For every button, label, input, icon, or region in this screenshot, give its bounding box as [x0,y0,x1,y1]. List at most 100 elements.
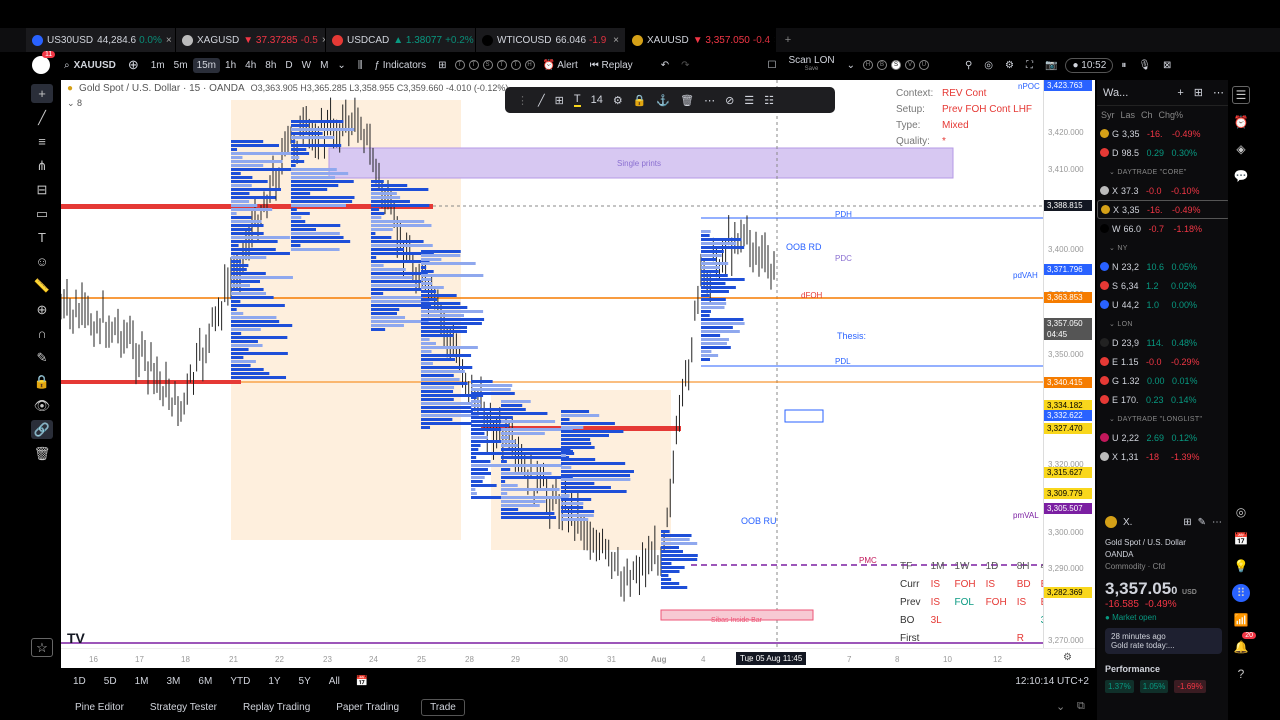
align-icon[interactable]: ☰ [744,94,754,107]
lightbulb-icon[interactable]: 💡 [1232,557,1250,575]
bottom-tab-strategy-tester[interactable]: Strategy Tester [146,700,221,715]
favorites-star-icon[interactable]: ☆ [31,638,53,657]
interval-15m[interactable]: 15m [192,57,221,73]
add-symbol-icon[interactable]: + [1177,87,1183,99]
watchlist-row[interactable]: D 98.5 0.29 0.30% [1097,143,1230,162]
range-1m[interactable]: 1M [131,674,153,689]
pitchfork-icon[interactable]: ⋔ [31,156,53,175]
help-icon[interactable]: ? [1232,665,1250,683]
zoom-icon[interactable]: ⊕ [31,300,53,319]
watchlist-section-header[interactable]: ⌄ DAYTRADE "CORE" [1097,162,1230,181]
tab-close-icon[interactable]: × [318,35,325,46]
calendar-icon[interactable]: 📅 [1232,530,1250,548]
watchlist-row[interactable]: G 3,35 -16. -0.49% [1097,124,1230,143]
session-v-icon[interactable]: V [904,60,915,70]
more-icon[interactable]: ⋯ [1213,86,1224,99]
watchlist-row[interactable]: X 37.3 -0.0 -0.10% [1097,181,1230,200]
replay-button[interactable]: ⏮ Replay [586,58,637,73]
browser-tab-xauusd[interactable]: XAUUSD▼ 3,357.050-0.4× [626,28,776,52]
session-h-icon[interactable]: H [862,60,873,70]
list-icon[interactable]: ☷ [764,94,774,107]
dropdown-chevron-icon[interactable]: ⌄ [843,58,859,73]
pencil-lock-icon[interactable]: ✎ [31,348,53,367]
user-avatar[interactable]: 11 [30,51,56,75]
font-size-value[interactable]: 14 [591,94,603,106]
session-letter-s-icon[interactable]: S [482,60,493,70]
watchlist-column-header[interactable]: Chg% [1159,110,1184,120]
watchlist-row[interactable]: S 6,34 1.2 0.02% [1097,276,1230,295]
interval-5m[interactable]: 5m [170,58,192,73]
layout-grid-icon[interactable]: ⊞ [434,58,450,73]
watchlist-row[interactable]: D 23,9 114. 0.48% [1097,333,1230,352]
interval-d[interactable]: D [281,58,296,73]
indicators-button[interactable]: ƒ Indicators [370,58,430,73]
watchlist-row[interactable]: X 3,35 -16. -0.49% [1097,200,1230,219]
eye-icon[interactable]: 👁 [31,396,53,415]
interval-8h[interactable]: 8h [261,58,280,73]
session-letter-t-icon[interactable]: T [510,60,521,70]
interval-dropdown-icon[interactable]: ⌄ [333,58,349,73]
browser-tab-usdcad[interactable]: USDCAD▲ 1.38077+0.2%× [326,28,476,52]
alerts-clock-icon[interactable]: ⏰ [1232,113,1250,131]
lock-icon[interactable]: 🔒 [633,94,647,107]
layers-icon[interactable]: ◈ [1232,140,1250,158]
chart-type-candles-icon[interactable]: ⫼ [354,58,367,73]
session-letter-h-icon[interactable]: H [524,60,535,70]
recording-timer[interactable]: ● 10:52 [1065,57,1114,73]
microphone-icon[interactable]: 🎙 [1134,58,1155,73]
tab-close-icon[interactable]: × [609,35,619,46]
session-s-icon[interactable]: S [890,60,901,70]
watchlist-row[interactable]: N 23,2 10.6 0.05% [1097,257,1230,276]
session-u-icon[interactable]: U [918,60,929,70]
magnifier-icon[interactable]: ⚲ [961,58,976,73]
bottom-tab-trade[interactable]: Trade [421,699,465,716]
watchlist-column-header[interactable]: Las [1121,110,1136,120]
watchlist-row[interactable]: X 1,31 -18 -1.39% [1097,447,1230,466]
ruler-icon[interactable]: 📏 [31,276,53,295]
hide-icon[interactable]: ⊘ [725,94,734,107]
range-5y[interactable]: 5Y [295,674,315,689]
range-1d[interactable]: 1D [69,674,90,689]
interval-w[interactable]: W [298,58,315,73]
interval-4h[interactable]: 4h [241,58,260,73]
drag-handle-icon[interactable]: ⋮ [517,94,528,107]
session-letter-t-icon[interactable]: T [468,60,479,70]
detail-symbol[interactable]: X. [1123,517,1132,528]
time-axis[interactable]: Tue 05 Aug 11:45 ⚙ 16 17 18 21 22 23 24 25 28 29 3… [61,648,1095,668]
news-card[interactable]: 28 minutes ago Gold rate today:... [1105,628,1222,654]
watchlist-section-header[interactable]: ⌄ LON [1097,314,1230,333]
trendline-icon[interactable]: ╱ [31,108,53,127]
session-letter-t-icon[interactable]: T [454,60,465,70]
watchlist-row[interactable]: G 1.32 0.00 0.01% [1097,371,1230,390]
pause-icon[interactable]: ⏸ [1117,58,1130,73]
watchlist-column-header[interactable]: Syr [1101,110,1115,120]
undo-icon[interactable]: ↶ [657,58,673,73]
image-off-icon[interactable]: ⊠ [1159,58,1175,73]
watchlist-row[interactable]: E 170. 0.23 0.14% [1097,390,1230,409]
more-icon[interactable]: ⋯ [1212,517,1222,528]
text-color-icon[interactable]: T [573,93,581,107]
bottom-tab-replay-trading[interactable]: Replay Trading [239,700,314,715]
rectangle-icon[interactable]: ▭ [31,204,53,223]
utc-clock[interactable]: 12:10:14 UTC+2 [1015,676,1089,687]
detail-name[interactable]: Gold Spot / U.S. Dollar [1105,538,1222,547]
target-icon[interactable]: ◎ [980,58,997,73]
anchor-icon[interactable]: ⚓ [656,94,670,107]
crosshair-icon[interactable]: + [31,84,53,103]
interval-m[interactable]: M [316,58,332,73]
browser-tab-xagusd[interactable]: XAGUSD▼ 37.37285-0.5× [176,28,326,52]
symbol-search[interactable]: ⌕ XAUUSD [60,58,120,73]
template-grid-icon[interactable]: ⊞ [555,94,564,107]
browser-tab-wticousd[interactable]: WTICOUSD 66.046 -1.9 × [476,28,626,52]
layout-icon[interactable]: ⊞ [1194,86,1203,99]
notifications-icon[interactable]: 🔔 20 [1232,632,1256,656]
watchlist-row[interactable]: U 2,22 2.69 0.12% [1097,428,1230,447]
fib-icon[interactable]: ⊟ [31,180,53,199]
watchlist-icon[interactable]: ☰ [1232,86,1250,104]
edit-icon[interactable]: ✎ [1198,517,1206,528]
watchlist-section-header[interactable]: ⌄ DAYTRADE "LONGLIST" [1097,409,1230,428]
grid-icon[interactable]: ⊞ [1183,517,1191,528]
watchlist-title[interactable]: Wa... [1103,87,1128,99]
collapse-icon[interactable]: ⌄ [1056,700,1065,713]
range-6m[interactable]: 6M [194,674,216,689]
